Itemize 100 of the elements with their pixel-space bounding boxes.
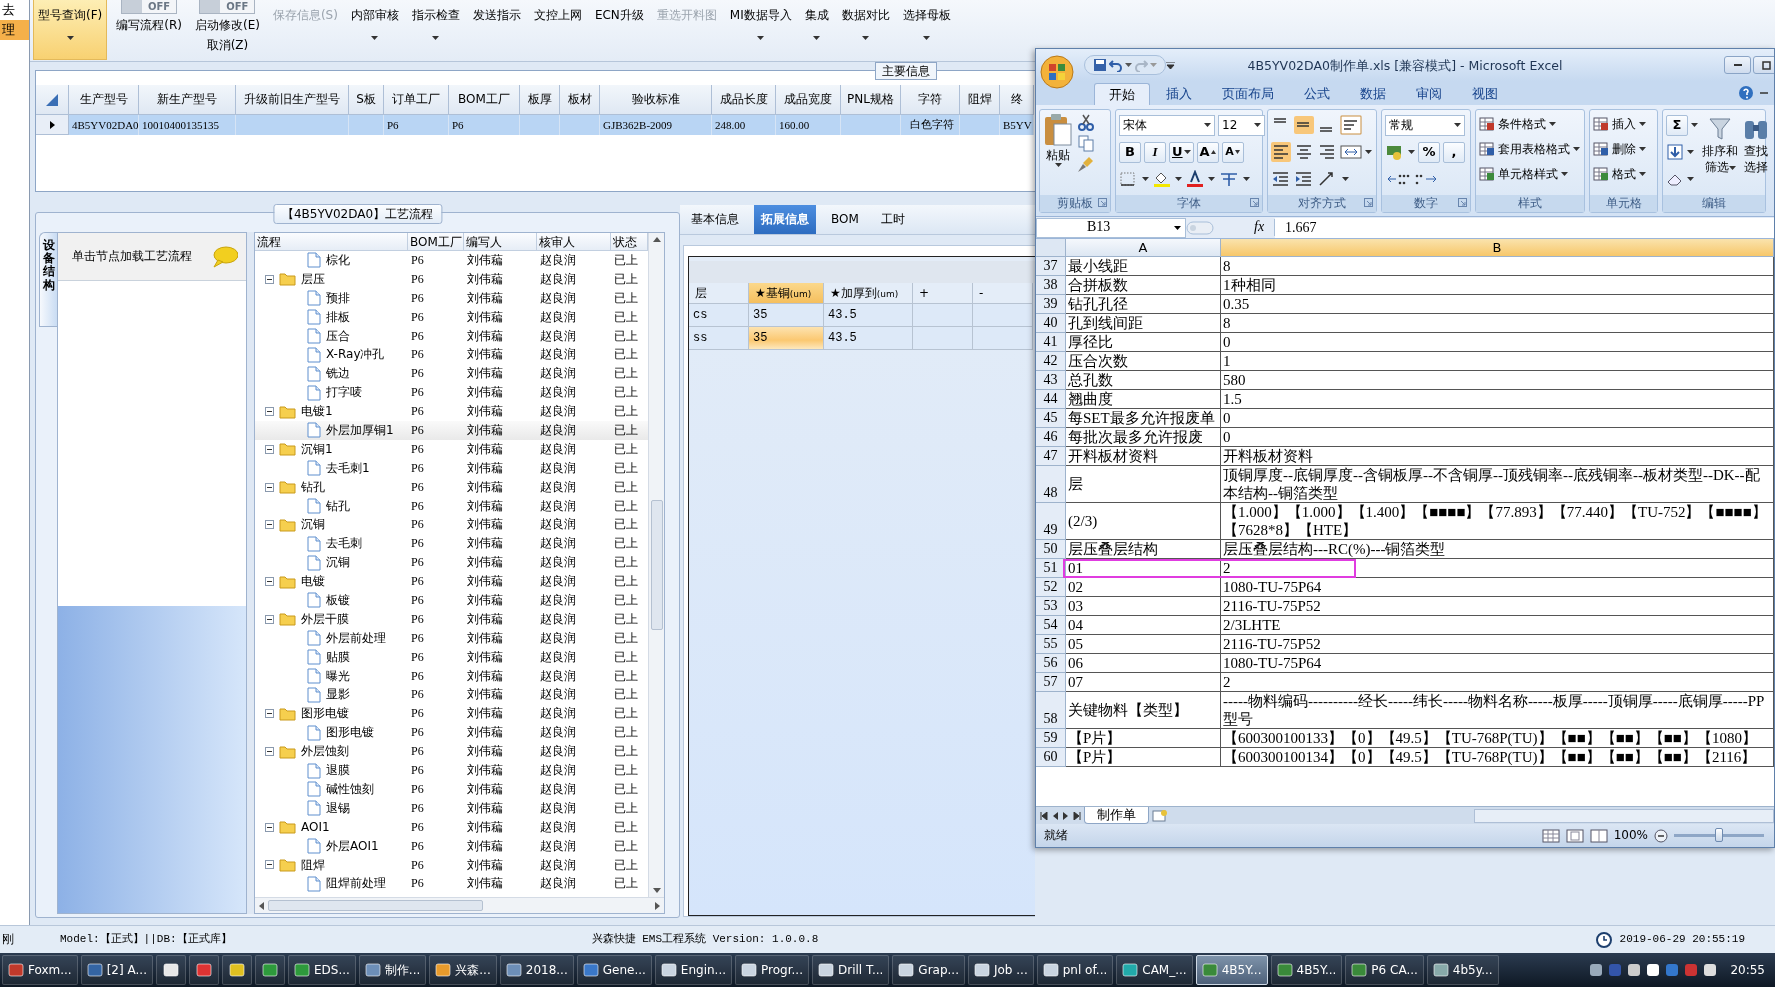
table-cell[interactable] — [913, 304, 973, 327]
row-header[interactable]: 55 — [1036, 635, 1066, 654]
taskbar-button[interactable] — [254, 955, 285, 985]
table-cell[interactable]: 35 — [749, 327, 824, 350]
grow-font-button[interactable]: A — [1196, 141, 1219, 163]
table-cell[interactable]: 35 — [749, 304, 824, 327]
decrease-indent-icon[interactable] — [1271, 170, 1291, 188]
tray-icon[interactable] — [1646, 963, 1661, 977]
collapse-icon[interactable] — [265, 822, 274, 832]
row-header[interactable]: 57 — [1036, 673, 1066, 692]
taskbar-item[interactable]: [2] A... — [80, 955, 153, 985]
column-header[interactable]: BOM工厂 — [408, 233, 464, 250]
collapse-icon[interactable] — [265, 407, 274, 417]
taskbar-item[interactable]: Foxm... — [2, 955, 78, 985]
collapse-icon[interactable] — [265, 274, 274, 284]
dialog-launcher-icon[interactable] — [1458, 198, 1467, 207]
toolbar-button[interactable]: 选择母板 — [898, 0, 955, 60]
column-header[interactable]: 终 — [1000, 85, 1034, 115]
taskbar-item[interactable]: 4B5Y... — [1270, 955, 1343, 985]
row-header[interactable]: 41 — [1036, 333, 1066, 352]
column-header[interactable]: B — [1221, 239, 1774, 257]
save-icon[interactable] — [1093, 58, 1107, 72]
toolbar-button[interactable]: MI数据导入 — [725, 0, 796, 60]
toolbar-button[interactable]: 指示检查 — [407, 0, 464, 60]
column-header[interactable]: 层 — [689, 283, 749, 304]
toggle-switch[interactable]: OFF — [121, 0, 178, 14]
taskbar-item[interactable]: Engin... — [654, 955, 733, 985]
toolbar-button[interactable]: 数据对比 — [837, 0, 894, 60]
column-header[interactable]: 核审人 — [537, 233, 611, 250]
percent-button[interactable]: % — [1418, 141, 1440, 163]
taskbar-item[interactable]: 4b5y... — [1426, 955, 1499, 985]
fill-color-icon[interactable] — [1152, 170, 1172, 188]
increase-indent-icon[interactable] — [1294, 170, 1314, 188]
scroll-left-icon[interactable] — [259, 901, 264, 910]
italic-button[interactable]: I — [1144, 141, 1166, 163]
sidebar-item[interactable]: 去 — [0, 0, 29, 20]
dialog-launcher-icon[interactable] — [1364, 198, 1373, 207]
dialog-launcher-icon[interactable] — [1250, 198, 1259, 207]
column-header[interactable]: 成品宽度 — [776, 85, 841, 115]
customize-icon[interactable] — [1166, 61, 1175, 69]
dialog-launcher-icon[interactable] — [1098, 198, 1107, 207]
align-left-icon[interactable] — [1271, 142, 1291, 162]
tab[interactable]: 基本信息 — [684, 205, 746, 234]
brush-icon[interactable] — [1077, 155, 1095, 173]
row-header[interactable]: 49 — [1036, 503, 1066, 540]
scroll-right-icon[interactable] — [655, 901, 660, 910]
row-header[interactable]: 42 — [1036, 352, 1066, 371]
scrollbar[interactable] — [1474, 808, 1774, 823]
tray-icon[interactable] — [1627, 963, 1642, 977]
font-color-icon[interactable] — [1185, 170, 1205, 188]
sort-filter-button[interactable]: 排序和 筛选 — [1702, 113, 1738, 192]
toolbar-button[interactable]: 文控上网 — [529, 0, 586, 60]
toolbar-button[interactable]: 型号查询(F) — [33, 0, 108, 60]
column-header[interactable]: BOM工厂 — [449, 85, 520, 115]
column-header[interactable]: 流程 — [255, 233, 408, 250]
tree-row[interactable]: 外层加厚铜1 P6 刘伟藊 赵良润 已上 — [255, 421, 648, 440]
table-cell[interactable] — [973, 304, 1033, 327]
ribbon-tab[interactable]: 公式 — [1290, 83, 1344, 105]
taskbar-item[interactable]: Grap... — [892, 955, 965, 985]
taskbar-item[interactable]: Job ... — [968, 955, 1034, 985]
style-menu-button[interactable]: 条件格式 — [1479, 113, 1580, 135]
tab[interactable]: BOM — [824, 205, 866, 234]
scroll-thumb[interactable] — [268, 900, 483, 911]
taskbar-item[interactable]: CAM_... — [1116, 955, 1193, 985]
page-layout-icon[interactable] — [1565, 828, 1584, 843]
paste-button[interactable]: 粘贴 — [1043, 113, 1073, 192]
collapse-icon[interactable] — [265, 482, 274, 492]
row-header[interactable]: 46 — [1036, 428, 1066, 447]
table-cell[interactable] — [973, 327, 1033, 350]
taskbar-item[interactable]: pnl of... — [1036, 955, 1114, 985]
tab[interactable]: 拓展信息 — [754, 205, 816, 234]
column-header[interactable]: 升级前旧生产型号 — [236, 85, 349, 115]
table-cell[interactable]: 43.5 — [824, 327, 913, 350]
shrink-font-button[interactable]: A — [1221, 141, 1244, 163]
align-center-icon[interactable] — [1294, 142, 1314, 162]
ribbon-tab[interactable]: 审阅 — [1402, 83, 1456, 105]
previous-sheet-icon[interactable] — [1051, 811, 1060, 820]
tray-icon[interactable] — [1703, 963, 1718, 977]
scissors-icon[interactable] — [1077, 113, 1095, 131]
help-icon[interactable] — [1738, 85, 1754, 101]
ribbon-tab[interactable]: 插入 — [1152, 83, 1206, 105]
formula-field[interactable]: 1.667 — [1275, 217, 1774, 238]
column-header[interactable]: ★基铜(um) — [749, 283, 824, 304]
toolbar-button[interactable]: 内部审核 — [346, 0, 403, 60]
taskbar-item[interactable]: 2018... — [499, 955, 574, 985]
column-header[interactable]: ★加厚到(um) — [824, 283, 913, 304]
scrollbar[interactable] — [648, 233, 664, 897]
taskbar-button[interactable] — [155, 955, 186, 985]
taskbar-item[interactable]: Drill T... — [812, 955, 890, 985]
find-select-button[interactable]: 查找 选择 — [1742, 113, 1770, 192]
font-field[interactable]: 宋体 — [1119, 114, 1215, 136]
sidebar-item[interactable]: 理 — [0, 20, 29, 40]
row-header[interactable] — [36, 115, 69, 135]
row-header[interactable]: 39 — [1036, 295, 1066, 314]
column-header[interactable]: 板厚 — [520, 85, 560, 115]
toggle-switch[interactable]: OFF — [199, 0, 256, 14]
collapse-icon[interactable] — [265, 577, 274, 587]
table-cell[interactable]: ss — [689, 327, 749, 350]
table-cell[interactable]: cs — [689, 304, 749, 327]
row-header[interactable]: 40 — [1036, 314, 1066, 333]
